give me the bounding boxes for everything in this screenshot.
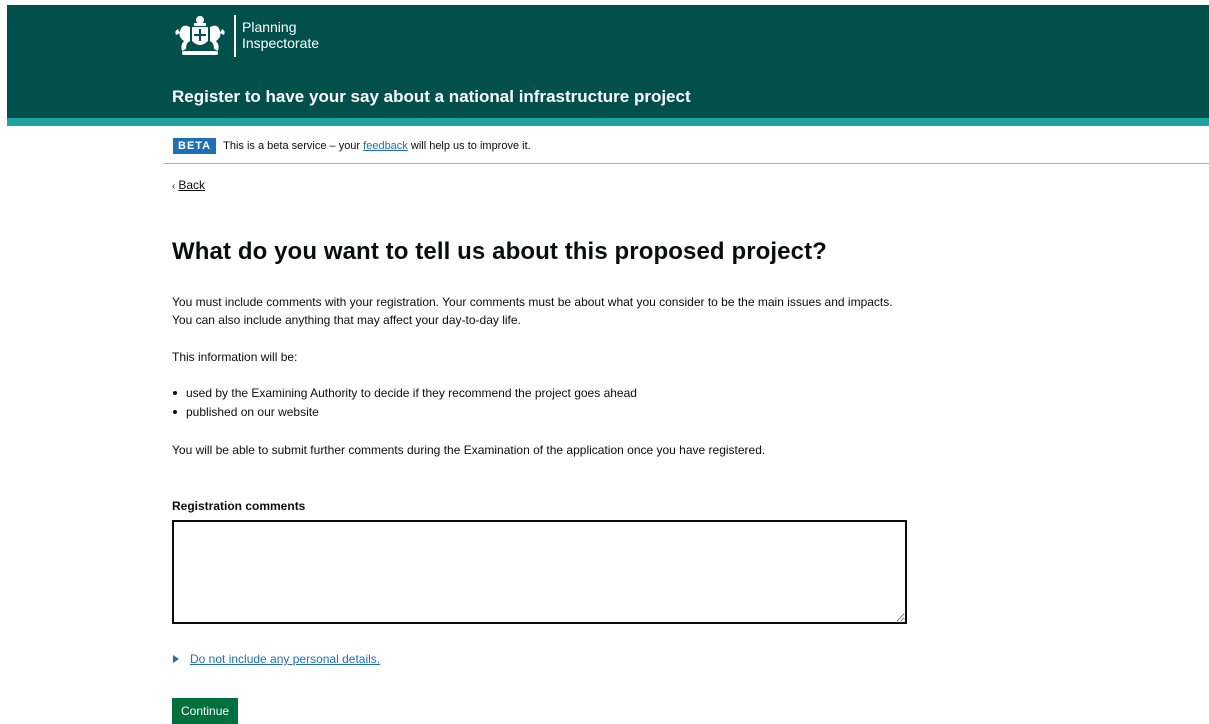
personal-details-summary-link[interactable]: Do not include any personal details.	[190, 652, 380, 666]
header-stripe	[7, 118, 1209, 126]
info-lead: This information will be:	[172, 350, 298, 364]
intro-paragraph: You must include comments with your regi…	[172, 295, 893, 327]
service-name-link[interactable]: Register to have your say about a nation…	[172, 87, 691, 107]
registration-comments-input[interactable]	[172, 520, 907, 624]
list-item: published on our website	[172, 403, 637, 422]
phase-banner: BETA This is a beta service – your feedb…	[173, 137, 531, 154]
org-name[interactable]: Planning Inspectorate	[242, 19, 319, 51]
back-link[interactable]: ‹ Back	[172, 178, 205, 192]
logo-divider	[234, 15, 236, 57]
continue-button[interactable]: Continue	[172, 698, 239, 724]
registration-comments-label: Registration comments	[172, 499, 306, 513]
feedback-link[interactable]: feedback	[363, 140, 408, 152]
beta-tag: BETA	[173, 137, 217, 154]
royal-coat-of-arms-icon	[175, 16, 225, 55]
chevron-left-icon: ‹	[172, 181, 176, 192]
personal-details-disclosure[interactable]: Do not include any personal details.	[173, 652, 380, 666]
further-comments-paragraph: You will be able to submit further comme…	[172, 443, 766, 457]
banner-divider	[163, 163, 1209, 164]
info-list: used by the Examining Authority to decid…	[172, 384, 637, 422]
list-item: used by the Examining Authority to decid…	[172, 384, 637, 403]
phase-banner-text: This is a beta service – your feedback w…	[223, 139, 531, 152]
triangle-right-icon	[173, 655, 179, 663]
page-title: What do you want to tell us about this p…	[172, 238, 827, 265]
